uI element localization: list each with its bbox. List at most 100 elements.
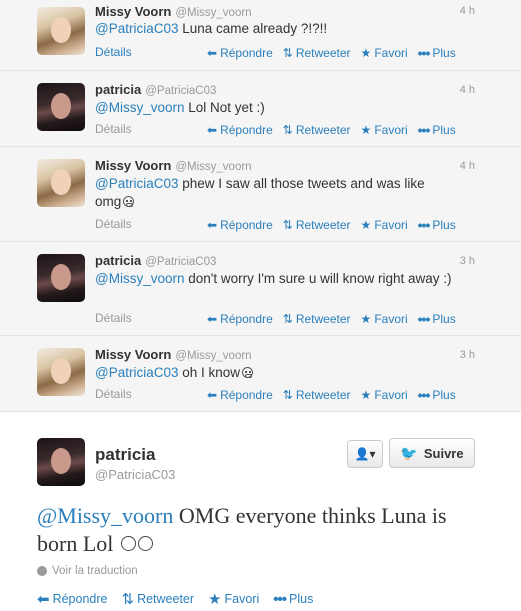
mention-link[interactable]: @Missy_voorn — [37, 503, 173, 528]
emoji-icon — [137, 536, 153, 551]
timestamp[interactable]: 4 h — [460, 84, 475, 96]
favorite-label: Favori — [374, 218, 408, 232]
user-name[interactable]: patricia — [95, 445, 155, 465]
tweet-text: @Missy_voorn OMG everyone thinks Luna is… — [37, 502, 477, 558]
timestamp[interactable]: 4 h — [460, 160, 475, 172]
tweet-actions: ⬅ Répondre ⇅ Retweeter ★ Favori ••• Plus — [37, 590, 313, 609]
tweet[interactable]: Missy Voorn @Missy_voorn 3 h @PatriciaC03… — [0, 336, 521, 412]
reply-icon: ⬅ — [207, 46, 218, 60]
mention-link[interactable]: @PatriciaC03 — [95, 176, 179, 191]
tweet-text: @Missy_voorn Lol Not yet :) — [95, 99, 475, 117]
favorite-button[interactable]: ★ Favori — [361, 122, 408, 138]
retweet-button[interactable]: ⇅ Retweeter — [283, 387, 351, 403]
avatar[interactable] — [37, 254, 85, 302]
favorite-button[interactable]: ★ Favori — [208, 590, 259, 608]
reply-button[interactable]: ⬅ Répondre — [207, 217, 273, 233]
tweet-body: Luna came already ?!?!! — [178, 21, 328, 36]
reply-button[interactable]: ⬅ Répondre — [37, 590, 107, 608]
user-handle[interactable]: @PatriciaC03 — [95, 467, 175, 482]
avatar[interactable] — [37, 7, 85, 55]
mention-link[interactable]: @Missy_voorn — [95, 271, 184, 286]
details-link[interactable]: Détails — [95, 122, 132, 136]
more-button[interactable]: ••• Plus — [273, 590, 313, 608]
follow-label: Suivre — [423, 445, 464, 461]
dots-icon: ••• — [417, 217, 431, 233]
avatar[interactable] — [37, 83, 85, 131]
tweet-actions: ⬅ Répondre ⇅ Retweeter ★ Favori ••• Plus — [207, 122, 456, 138]
favorite-label: Favori — [374, 46, 408, 60]
tweet-actions: ⬅ Répondre ⇅ Retweeter ★ Favori ••• Plus — [207, 387, 456, 403]
retweet-label: Retweeter — [295, 46, 351, 60]
tweet-header: Missy Voorn @Missy_voorn — [95, 347, 252, 362]
user-name[interactable]: Missy Voorn — [95, 4, 171, 19]
details-link[interactable]: Détails — [95, 311, 132, 325]
retweet-button[interactable]: ⇅ Retweeter — [283, 45, 351, 61]
reply-button[interactable]: ⬅ Répondre — [207, 387, 273, 403]
emoji-icon — [120, 536, 136, 551]
tweet-header: patricia @PatriciaC03 — [95, 253, 216, 268]
mention-link[interactable]: @Missy_voorn — [95, 100, 184, 115]
reply-icon: ⬅ — [207, 218, 218, 232]
user-handle[interactable]: @PatriciaC03 — [145, 85, 216, 97]
more-button[interactable]: ••• Plus — [418, 45, 456, 61]
favorite-button[interactable]: ★ Favori — [361, 217, 408, 233]
tweet[interactable]: Missy Voorn @Missy_voorn 4 h @PatriciaC03… — [0, 0, 521, 71]
avatar[interactable] — [37, 438, 85, 486]
user-handle[interactable]: @PatriciaC03 — [145, 256, 216, 268]
tweet-text: @PatriciaC03 Luna came already ?!?!! — [95, 20, 475, 38]
dots-icon: ••• — [417, 387, 431, 403]
tweet-text: @Missy_voorn don't worry I'm sure u will… — [95, 270, 465, 288]
star-icon: ★ — [360, 388, 372, 402]
details-link[interactable]: Détails — [95, 45, 132, 59]
timestamp[interactable]: 4 h — [460, 5, 475, 17]
retweet-button[interactable]: ⇅ Retweeter — [283, 122, 351, 138]
retweet-label: Retweeter — [295, 123, 351, 137]
favorite-button[interactable]: ★ Favori — [361, 45, 408, 61]
mention-link[interactable]: @PatriciaC03 — [95, 21, 179, 36]
favorite-button[interactable]: ★ Favori — [361, 387, 408, 403]
retweet-icon: ⇅ — [282, 388, 293, 402]
reply-button[interactable]: ⬅ Répondre — [207, 311, 273, 327]
timestamp[interactable]: 3 h — [460, 255, 475, 267]
more-button[interactable]: ••• Plus — [418, 217, 456, 233]
details-link[interactable]: Détails — [95, 387, 132, 401]
tweet-actions: ⬅ Répondre ⇅ Retweeter ★ Favori ••• Plus — [207, 217, 456, 233]
retweet-button[interactable]: ⇅ Retweeter — [283, 311, 351, 327]
retweet-button[interactable]: ⇅ Retweeter — [121, 590, 194, 608]
details-link[interactable]: Détails — [95, 217, 132, 231]
globe-icon — [37, 566, 47, 576]
dots-icon: ••• — [417, 122, 431, 138]
timestamp[interactable]: 3 h — [460, 349, 475, 361]
more-button[interactable]: ••• Plus — [418, 122, 456, 138]
user-handle[interactable]: @Missy_voorn — [175, 7, 251, 19]
user-handle[interactable]: @Missy_voorn — [175, 350, 251, 362]
favorite-label: Favori — [374, 388, 408, 402]
user-name[interactable]: patricia — [95, 253, 141, 268]
retweet-button[interactable]: ⇅ Retweeter — [283, 217, 351, 233]
favorite-button[interactable]: ★ Favori — [361, 311, 408, 327]
more-button[interactable]: ••• Plus — [418, 387, 456, 403]
follow-button[interactable]: 🐦 Suivre — [389, 438, 475, 468]
tweet[interactable]: Missy Voorn @Missy_voorn 4 h @PatriciaC03… — [0, 147, 521, 242]
user-name[interactable]: patricia — [95, 82, 141, 97]
user-handle[interactable]: @Missy_voorn — [175, 161, 251, 173]
dots-icon: ••• — [417, 311, 431, 327]
favorite-label: Favori — [374, 312, 408, 326]
tweet-body: oh I know — [178, 365, 241, 380]
tweet[interactable]: patricia @PatriciaC03 4 h @Missy_voorn Lo… — [0, 71, 521, 147]
reply-button[interactable]: ⬅ Répondre — [207, 122, 273, 138]
star-icon: ★ — [208, 591, 222, 608]
reply-icon: ⬅ — [207, 312, 218, 326]
emoji-icon — [242, 367, 254, 378]
reply-label: Répondre — [220, 312, 273, 326]
mention-link[interactable]: @PatriciaC03 — [95, 365, 179, 380]
user-name[interactable]: Missy Voorn — [95, 158, 171, 173]
more-button[interactable]: ••• Plus — [418, 311, 456, 327]
tweet[interactable]: patricia @PatriciaC03 3 h @Missy_voorn do… — [0, 242, 521, 336]
avatar[interactable] — [37, 159, 85, 207]
user-name[interactable]: Missy Voorn — [95, 347, 171, 362]
reply-button[interactable]: ⬅ Répondre — [207, 45, 273, 61]
user-actions-button[interactable]: 👤▾ — [347, 440, 383, 468]
translate-link[interactable]: Voir la traduction — [37, 565, 138, 577]
avatar[interactable] — [37, 348, 85, 396]
